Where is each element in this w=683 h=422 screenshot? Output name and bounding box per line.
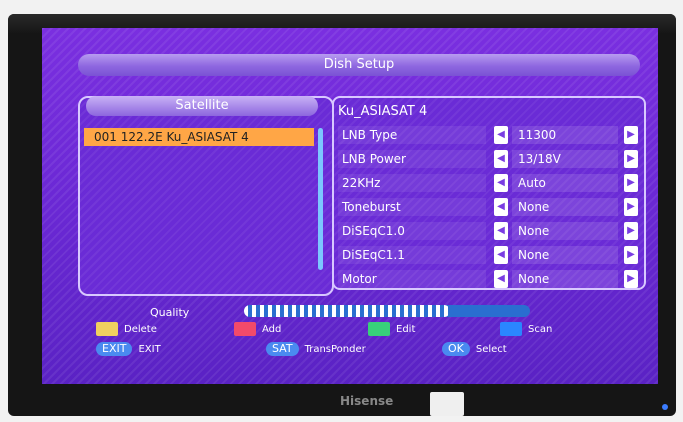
param-value: Auto <box>512 174 618 192</box>
quality-label: Quality <box>150 306 190 319</box>
sat-key[interactable]: SAT <box>266 342 299 356</box>
window-title: Dish Setup <box>78 54 640 76</box>
satellite-list-item[interactable]: 001 122.2E Ku_ASIASAT 4 <box>84 128 314 146</box>
param-label: DiSEqC1.0 <box>338 222 486 240</box>
exit-hint: EXIT EXIT <box>96 342 161 356</box>
param-value: 13/18V <box>512 150 618 168</box>
parameters-title: Ku_ASIASAT 4 <box>338 104 428 119</box>
param-label: DiSEqC1.1 <box>338 246 486 264</box>
legend-scan: Scan <box>500 322 552 336</box>
sticker <box>430 392 464 416</box>
legend-row: Delete Add Edit Scan <box>96 322 616 340</box>
chevron-left-icon[interactable]: ◀ <box>494 270 508 288</box>
ok-key[interactable]: OK <box>442 342 470 356</box>
red-key-icon <box>234 322 256 336</box>
quality-meter <box>244 305 530 317</box>
param-value: None <box>512 246 618 264</box>
legend-delete: Delete <box>96 322 157 336</box>
param-value: None <box>512 270 618 288</box>
quality-meter-fill <box>244 305 450 317</box>
param-row-22khz[interactable]: 22KHz ◀ Auto ▶ <box>334 172 640 192</box>
param-row-lnb-power[interactable]: LNB Power ◀ 13/18V ▶ <box>334 148 640 168</box>
chevron-right-icon[interactable]: ▶ <box>624 246 638 264</box>
chevron-left-icon[interactable]: ◀ <box>494 198 508 216</box>
param-label: LNB Type <box>338 126 486 144</box>
green-key-icon <box>368 322 390 336</box>
chevron-right-icon[interactable]: ▶ <box>624 222 638 240</box>
blue-key-icon <box>500 322 522 336</box>
brand-logo: Hisense <box>340 394 394 408</box>
legend-add: Add <box>234 322 281 336</box>
param-row-motor[interactable]: Motor ◀ None ▶ <box>334 268 640 288</box>
param-value: None <box>512 198 618 216</box>
satellite-panel <box>78 96 334 296</box>
param-label: 22KHz <box>338 174 486 192</box>
chevron-right-icon[interactable]: ▶ <box>624 198 638 216</box>
chevron-left-icon[interactable]: ◀ <box>494 222 508 240</box>
param-row-diseqc11[interactable]: DiSEqC1.1 ◀ None ▶ <box>334 244 640 264</box>
param-label: LNB Power <box>338 150 486 168</box>
chevron-right-icon[interactable]: ▶ <box>624 270 638 288</box>
param-label: Motor <box>338 270 486 288</box>
param-value: 11300 <box>512 126 618 144</box>
chevron-left-icon[interactable]: ◀ <box>494 150 508 168</box>
sat-hint: SAT TransPonder <box>266 342 366 356</box>
param-label: Toneburst <box>338 198 486 216</box>
legend-edit: Edit <box>368 322 415 336</box>
chevron-right-icon[interactable]: ▶ <box>624 150 638 168</box>
param-value: None <box>512 222 618 240</box>
exit-key[interactable]: EXIT <box>96 342 133 356</box>
param-row-toneburst[interactable]: Toneburst ◀ None ▶ <box>334 196 640 216</box>
chevron-right-icon[interactable]: ▶ <box>624 126 638 144</box>
bottom-hints: EXIT EXIT SAT TransPonder OK Select <box>96 342 616 360</box>
chevron-left-icon[interactable]: ◀ <box>494 126 508 144</box>
satellite-scrollbar[interactable] <box>318 128 323 270</box>
yellow-key-icon <box>96 322 118 336</box>
chevron-left-icon[interactable]: ◀ <box>494 174 508 192</box>
ok-hint: OK Select <box>442 342 507 356</box>
chevron-left-icon[interactable]: ◀ <box>494 246 508 264</box>
chevron-right-icon[interactable]: ▶ <box>624 174 638 192</box>
satellite-header: Satellite <box>86 96 318 116</box>
param-row-lnb-type[interactable]: LNB Type ◀ 11300 ▶ <box>334 124 640 144</box>
power-led <box>662 404 668 410</box>
param-row-diseqc10[interactable]: DiSEqC1.0 ◀ None ▶ <box>334 220 640 240</box>
